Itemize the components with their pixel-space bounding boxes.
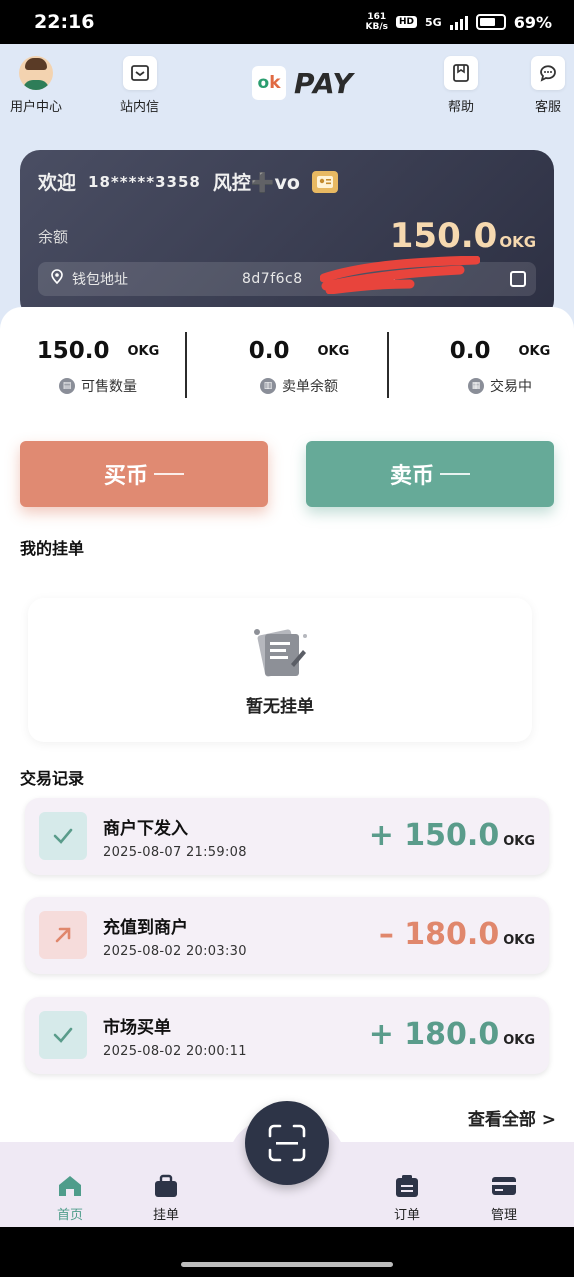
user-center-button[interactable]: 用户中心: [10, 56, 62, 115]
verified-id-icon: [311, 170, 338, 193]
hd-badge: HD: [396, 16, 418, 28]
copy-icon[interactable]: [510, 271, 526, 287]
scan-icon: [268, 1124, 306, 1162]
empty-document-icon: [254, 628, 307, 677]
welcome-text: 欢迎: [38, 172, 77, 194]
help-button[interactable]: 帮助: [444, 56, 478, 115]
trading-icon: ▦: [468, 378, 484, 394]
divider: [185, 332, 187, 398]
stat-trading: 0.0 OKG ▦ 交易中: [449, 338, 551, 395]
transaction-title: 充值到商户: [103, 918, 188, 938]
transaction-row[interactable]: 充值到商户 2025-08-02 20:03:30 – 180.0 OKG: [25, 897, 549, 974]
status-bar: 22:16 161 KB/s HD 5G 69%: [0, 0, 574, 44]
battery-icon: [475, 14, 506, 30]
check-icon: [39, 1011, 87, 1059]
balance-value: 150.0 OKG: [389, 216, 536, 256]
app-logo: ok PAY: [252, 66, 354, 100]
status-indicators: 161 KB/s HD 5G 69%: [366, 12, 552, 32]
transaction-time: 2025-08-02 20:00:11: [103, 1044, 247, 1059]
transaction-time: 2025-08-07 21:59:08: [103, 845, 247, 860]
sell-button[interactable]: 卖币: [306, 441, 554, 507]
help-book-icon: [444, 56, 478, 90]
buy-button[interactable]: 买币: [20, 441, 268, 507]
net-speed: 161 KB/s: [365, 12, 388, 32]
nav-home[interactable]: 首页: [40, 1174, 100, 1223]
divider: [387, 332, 389, 398]
nav-manage[interactable]: 管理: [474, 1174, 534, 1223]
balance-label: 余额: [38, 227, 69, 246]
sell-qty-icon: ▤: [59, 378, 75, 394]
transaction-row[interactable]: 市场买单 2025-08-02 20:00:11 + 180.0 OKG: [25, 997, 549, 1074]
location-icon: [48, 268, 66, 290]
stat-sell-balance: 0.0 OKG ▥ 卖单余额: [248, 338, 350, 395]
logo-mark: ok: [252, 66, 286, 100]
records-title: 交易记录: [20, 769, 85, 788]
scan-button[interactable]: [245, 1101, 329, 1185]
my-orders-title: 我的挂单: [20, 539, 85, 558]
sell-balance-icon: ▥: [260, 378, 276, 394]
nav-posted-orders[interactable]: 挂单: [136, 1174, 196, 1223]
logo-text: PAY: [294, 66, 354, 100]
transaction-title: 市场买单: [103, 1018, 171, 1038]
bag-icon: [155, 1174, 177, 1197]
system-nav-area: [0, 1227, 574, 1277]
transaction-amount: – 180.0 OKG: [378, 917, 535, 952]
avatar: [19, 56, 53, 90]
signal-icon: [449, 14, 468, 30]
transaction-title: 商户下发入: [103, 819, 188, 839]
mail-icon: [122, 56, 157, 90]
home-indicator[interactable]: [181, 1262, 393, 1267]
messages-button[interactable]: 站内信: [120, 56, 159, 115]
empty-orders-text: 暂无挂单: [246, 696, 314, 717]
balance-row: 余额 150.0 OKG: [38, 216, 536, 256]
dash-decoration: [154, 473, 184, 475]
app-header: 用户中心 站内信 ok PAY 帮助 客服: [0, 44, 574, 120]
battery-percent: 69%: [513, 12, 552, 32]
clipboard-icon: [396, 1175, 418, 1197]
status-time: 22:16: [34, 11, 95, 33]
network-type: 5G: [425, 15, 442, 29]
arrow-up-right-icon: [39, 911, 87, 959]
stat-available: 150.0 OKG ▤ 可售数量: [36, 338, 160, 395]
wallet-label: 钱包地址: [72, 272, 128, 288]
transaction-amount: + 180.0 OKG: [368, 1017, 535, 1052]
empty-orders-card: 暂无挂单: [28, 598, 532, 742]
balance-card: 欢迎 18*****3358 风控➕vo 余额 150.0 OKG 钱包地址 8…: [20, 150, 554, 320]
nav-orders[interactable]: 订单: [377, 1174, 437, 1223]
dash-decoration: [440, 473, 470, 475]
transaction-amount: + 150.0 OKG: [368, 818, 535, 853]
transaction-time: 2025-08-02 20:03:30: [103, 944, 247, 959]
transaction-row[interactable]: 商户下发入 2025-08-07 21:59:08 + 150.0 OKG: [25, 798, 549, 875]
user-phone: 18*****3358: [88, 172, 201, 191]
chat-icon: [531, 56, 565, 90]
redaction-scribble: [320, 256, 480, 294]
home-icon: [59, 1176, 81, 1196]
view-all-link[interactable]: 查看全部 >: [468, 1105, 556, 1130]
card-icon: [492, 1177, 516, 1195]
support-button[interactable]: 客服: [531, 56, 565, 115]
welcome-row: 欢迎 18*****3358 风控➕vo: [38, 168, 536, 195]
user-tag: 风控➕vo: [212, 172, 300, 194]
check-icon: [39, 812, 87, 860]
